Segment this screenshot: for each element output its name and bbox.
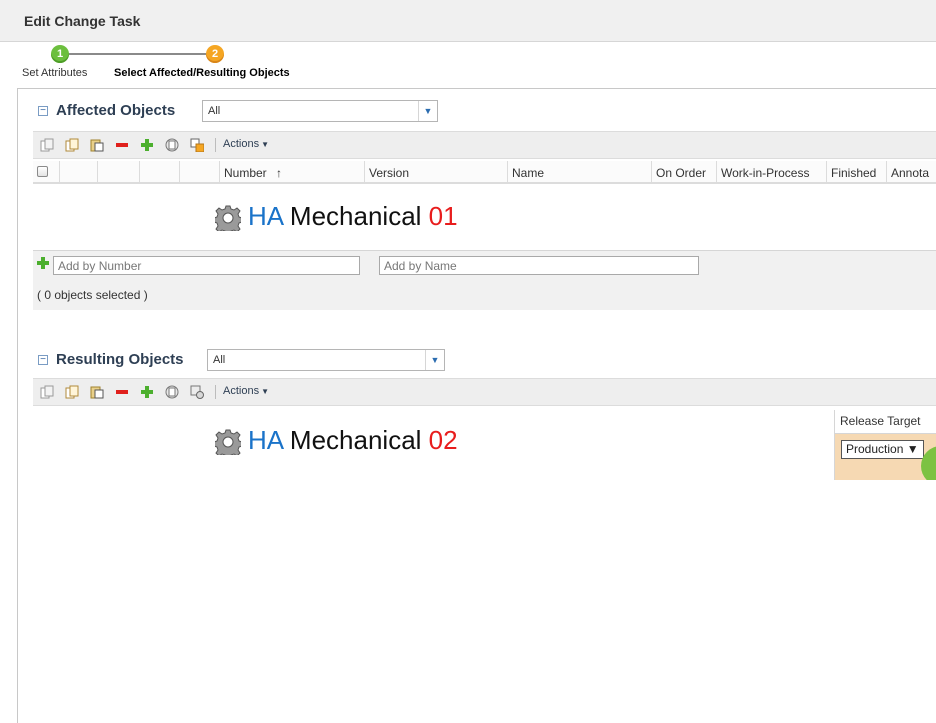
column-annotation[interactable]: Annota	[886, 161, 936, 182]
column-annotation-label: Annota	[891, 166, 930, 180]
step-1-label[interactable]: Set Attributes	[22, 67, 87, 79]
revise-icon[interactable]	[165, 385, 179, 399]
column-name[interactable]: Name	[507, 161, 651, 182]
gear-icon	[215, 205, 241, 231]
column-on-order[interactable]: On Order	[651, 161, 716, 182]
copy-icon[interactable]	[40, 385, 54, 399]
toolbar-separator	[215, 385, 216, 399]
resulting-filter-value: All	[213, 354, 226, 366]
overlay-suffix: 01	[428, 201, 458, 231]
collapse-icon[interactable]: −	[38, 106, 48, 116]
dropdown-arrow-icon: ▼	[418, 101, 437, 121]
column-name-label: Name	[512, 166, 545, 180]
column-number[interactable]: Number ↑	[219, 161, 364, 182]
remove-icon[interactable]	[115, 385, 129, 399]
add-by-number-input[interactable]: Add by Number	[53, 256, 360, 275]
actions-label: Actions	[223, 385, 260, 397]
resulting-objects-title: Resulting Objects	[56, 351, 184, 368]
release-target-header[interactable]: Release Target	[835, 410, 936, 434]
overlay-prefix: HA	[248, 425, 283, 455]
affected-overlay-label: HA Mechanical 01	[248, 201, 458, 232]
remove-icon[interactable]	[115, 138, 129, 152]
wizard-steps: 1 2 Set Attributes Select Affected/Resul…	[0, 43, 936, 83]
affected-filter-select[interactable]: All ▼	[202, 100, 438, 122]
title-bar: Edit Change Task	[0, 0, 936, 42]
release-target-column: Release Target Production ▼	[834, 410, 936, 480]
actions-menu[interactable]: Actions ▼	[223, 138, 269, 150]
column-finished[interactable]: Finished	[826, 161, 886, 182]
wizard-progress-line	[60, 53, 214, 55]
set-state-icon[interactable]	[190, 385, 204, 399]
overlay-middle: Mechanical	[289, 201, 422, 231]
selected-count: ( 0 objects selected )	[37, 288, 148, 302]
column-wip-label: Work-in-Process	[721, 166, 810, 180]
revise-icon[interactable]	[165, 138, 179, 152]
overlay-suffix: 02	[428, 425, 458, 455]
copy-icon[interactable]	[40, 138, 54, 152]
actions-menu[interactable]: Actions ▼	[223, 385, 269, 397]
caret-down-icon: ▼	[261, 140, 269, 149]
paste-icon[interactable]	[90, 385, 104, 399]
copy-link-icon[interactable]	[65, 138, 79, 152]
toolbar-separator	[215, 138, 216, 152]
column-icon-3[interactable]	[139, 161, 179, 182]
overlay-middle: Mechanical	[289, 425, 422, 455]
resulting-filter-select[interactable]: All ▼	[207, 349, 445, 371]
select-all-checkbox[interactable]	[37, 166, 48, 177]
column-icon-1[interactable]	[59, 161, 97, 182]
column-finished-label: Finished	[831, 166, 877, 180]
select-all-cell	[33, 161, 59, 182]
affected-table-header: Number ↑ Version Name On Order Work-in-P…	[33, 161, 936, 184]
caret-down-icon: ▼	[261, 387, 269, 396]
affected-objects-title: Affected Objects	[56, 102, 176, 119]
mass-change-icon[interactable]	[190, 138, 204, 152]
step-2-indicator[interactable]: 2	[206, 45, 224, 63]
column-icon-2[interactable]	[97, 161, 139, 182]
column-number-label: Number	[224, 166, 267, 180]
resulting-toolbar: Actions ▼	[33, 378, 936, 406]
dropdown-arrow-icon: ▼	[425, 350, 444, 370]
affected-toolbar: Actions ▼	[33, 131, 936, 159]
column-work-in-process[interactable]: Work-in-Process	[716, 161, 826, 182]
column-version-label: Version	[369, 166, 410, 180]
window-title: Edit Change Task	[24, 13, 141, 29]
column-version[interactable]: Version	[364, 161, 507, 182]
sort-ascending-icon: ↑	[276, 166, 283, 180]
column-icon-4[interactable]	[179, 161, 219, 182]
step-2-label[interactable]: Select Affected/Resulting Objects	[114, 67, 290, 79]
step-1-indicator[interactable]: 1	[51, 45, 69, 63]
add-by-name-input[interactable]: Add by Name	[379, 256, 699, 275]
add-icon[interactable]	[140, 138, 154, 152]
add-objects-row: Add by Number Add by Name ( 0 objects se…	[33, 250, 936, 310]
collapse-icon[interactable]: −	[38, 355, 48, 365]
actions-label: Actions	[223, 138, 260, 150]
overlay-prefix: HA	[248, 201, 283, 231]
paste-icon[interactable]	[90, 138, 104, 152]
affected-filter-value: All	[208, 105, 221, 117]
resulting-overlay-label: HA Mechanical 02	[248, 425, 458, 456]
gear-icon	[215, 429, 241, 455]
copy-link-icon[interactable]	[65, 385, 79, 399]
add-icon[interactable]	[140, 385, 154, 399]
release-target-select[interactable]: Production ▼	[841, 440, 924, 459]
column-on-order-label: On Order	[656, 166, 707, 180]
add-green-icon[interactable]	[37, 257, 49, 269]
